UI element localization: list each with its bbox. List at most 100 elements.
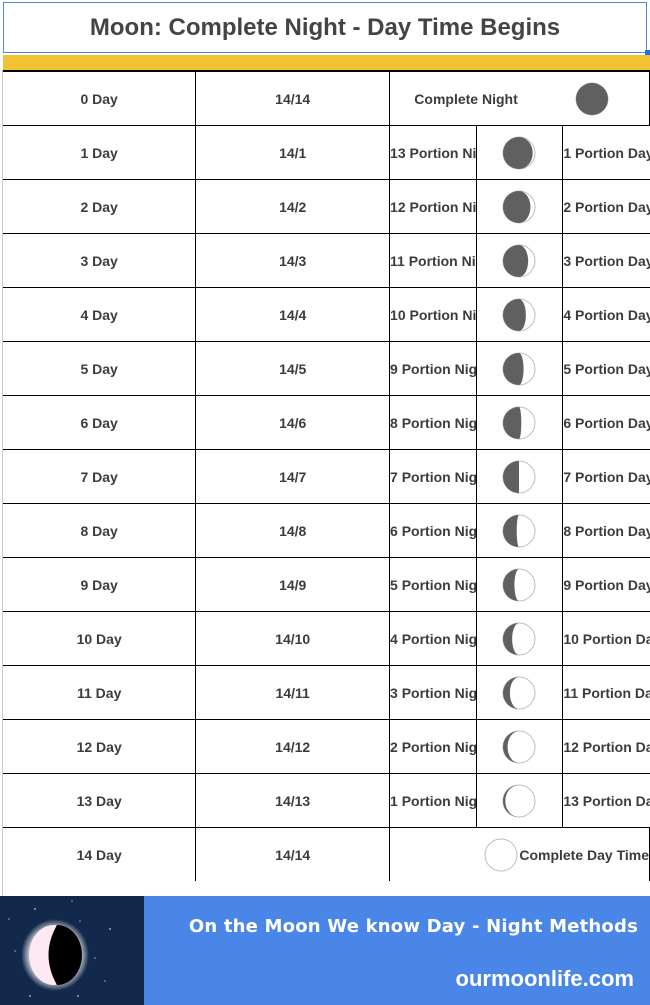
day-cell[interactable]: 13 Day [3,773,197,828]
day-time-cell[interactable]: 4 Portion Day Time [562,287,650,342]
day-cell[interactable]: 1 Day [3,125,197,180]
moon-phase-icon [502,514,536,547]
day-time-cell[interactable]: 5 Portion Day Time [562,341,650,396]
table-row: 4 Day14/410 Portion Night 4 Portion Day T… [3,287,650,342]
fraction-cell[interactable]: 14/14 [195,70,391,126]
day-cell[interactable]: 2 Day [3,179,197,234]
table-row: 8 Day14/86 Portion Night 8 Portion Day Ti… [3,503,650,558]
fraction-cell[interactable]: 14/4 [195,287,391,342]
day-time-cell[interactable]: 7 Portion Day Time [562,449,650,504]
fraction-cell[interactable]: 14/3 [195,233,391,288]
night-cell[interactable]: 7 Portion Night [389,449,477,504]
day-time-cell[interactable]: 6 Portion Day Time [562,395,650,450]
moon-phase-icon [502,298,536,331]
night-cell[interactable]: 9 Portion Night [389,341,477,396]
phase-cell[interactable] [475,341,564,396]
night-cell[interactable]: 3 Portion Night [389,665,477,720]
table-row: 9 Day14/95 Portion Night 9 Portion Day Ti… [3,557,650,612]
table-row: 14 Day 14/14 Complete Day Time [3,827,650,881]
night-cell[interactable]: 4 Portion Night [389,611,477,666]
moon-phase-icon [502,460,536,493]
phase-cell[interactable] [475,503,564,558]
phase-cell[interactable] [475,665,564,720]
day-cell[interactable]: 7 Day [3,449,197,504]
fraction-cell[interactable]: 14/7 [195,449,391,504]
moon-shadow [503,460,520,493]
table-row: 13 Day14/131 Portion Night 13 Portion Day… [3,773,650,828]
fraction-cell[interactable]: 14/14 [195,827,391,881]
fraction-cell[interactable]: 14/8 [195,503,391,558]
night-cell[interactable]: 8 Portion Night [389,395,477,450]
day-cell[interactable]: 12 Day [3,719,197,774]
fraction-cell[interactable]: 14/10 [195,611,391,666]
day-cell[interactable]: 4 Day [3,287,197,342]
phase-cell[interactable] [475,773,564,828]
day-time-cell[interactable]: 9 Portion Day Time [562,557,650,612]
day-time-cell[interactable]: 12 Portion Day Time [562,719,650,774]
table-row: 5 Day14/59 Portion Night 5 Portion Day Ti… [3,341,650,396]
phase-cell[interactable] [475,557,564,612]
table-row: 7 Day14/77 Portion Night 7 Portion Day Ti… [3,449,650,504]
phase-cell[interactable] [475,287,564,342]
moon-shadow [576,82,609,115]
day-time-cell[interactable]: 8 Portion Day Time [562,503,650,558]
day-cell[interactable]: 5 Day [3,341,197,396]
phase-cell[interactable] [475,449,564,504]
day-cell[interactable]: 10 Day [3,611,197,666]
moon-phase-icon [502,784,536,817]
table-row: 6 Day14/68 Portion Night 6 Portion Day Ti… [3,395,650,450]
night-cell[interactable]: 11 Portion Night [389,233,477,288]
phase-cell[interactable] [475,125,564,180]
footer-tagline: On the Moon We know Day - Night Methods [188,916,638,937]
day-time-cell[interactable]: 13 Portion Day Time [562,773,650,828]
phase-cell[interactable] [475,179,564,234]
moon-shadow [503,514,520,547]
day-cell[interactable]: 9 Day [3,557,197,612]
day-cell[interactable]: 11 Day [3,665,197,720]
fraction-cell[interactable]: 14/6 [195,395,391,450]
fraction-cell[interactable]: 14/1 [195,125,391,180]
fraction-cell[interactable]: 14/9 [195,557,391,612]
night-cell[interactable]: Complete Night [389,70,650,126]
day-time-cell[interactable]: Complete Day Time [389,827,650,881]
phase-cell[interactable] [475,233,564,288]
day-time-cell[interactable]: 1 Portion Day Time [562,125,650,180]
fraction-cell[interactable]: 14/13 [195,773,391,828]
day-time-cell[interactable]: 11 Portion Day Time [562,665,650,720]
moon-phase-icon [502,730,536,763]
half-moon-night-sky-icon [0,896,144,1005]
night-cell[interactable]: 6 Portion Night [389,503,477,558]
night-cell[interactable]: 12 Portion Night [389,179,477,234]
moon-shadow [503,244,529,277]
table-row: 0 Day 14/14 Complete Night [3,70,650,126]
night-cell[interactable]: 2 Portion Night [389,719,477,774]
day-time-cell[interactable]: 3 Portion Day Time [562,233,650,288]
title-cell[interactable]: Moon: Complete Night - Day Time Begins [3,2,647,53]
fraction-cell[interactable]: 14/5 [195,341,391,396]
day-cell[interactable]: 3 Day [3,233,197,288]
phase-cell[interactable] [475,611,564,666]
moon-phase-icon [502,622,536,655]
day-cell[interactable]: 8 Day [3,503,197,558]
fraction-cell[interactable]: 14/11 [195,665,391,720]
night-cell[interactable]: 1 Portion Night [389,773,477,828]
day-cell[interactable]: 14 Day [3,827,197,881]
moon-phase-icon [502,352,536,385]
moon-phase-icon [502,568,536,601]
day-cell[interactable]: 0 Day [3,70,197,126]
moon-shadow [503,406,522,439]
day-time-cell[interactable]: 10 Portion Day Time [562,611,650,666]
fraction-cell[interactable]: 14/12 [195,719,391,774]
site-link[interactable]: ourmoonlife.com [456,966,634,992]
night-cell[interactable]: 10 Portion Night [389,287,477,342]
day-cell[interactable]: 6 Day [3,395,197,450]
phase-cell[interactable] [475,719,564,774]
moon-phase-icon [502,406,536,439]
night-cell[interactable]: 13 Portion Night [389,125,477,180]
phase-cell[interactable] [475,395,564,450]
night-cell[interactable]: 5 Portion Night [389,557,477,612]
fraction-cell[interactable]: 14/2 [195,179,391,234]
page-title: Moon: Complete Night - Day Time Begins [89,13,561,41]
moon-phase-icon [575,82,609,115]
day-time-cell[interactable]: 2 Portion Day Time [562,179,650,234]
